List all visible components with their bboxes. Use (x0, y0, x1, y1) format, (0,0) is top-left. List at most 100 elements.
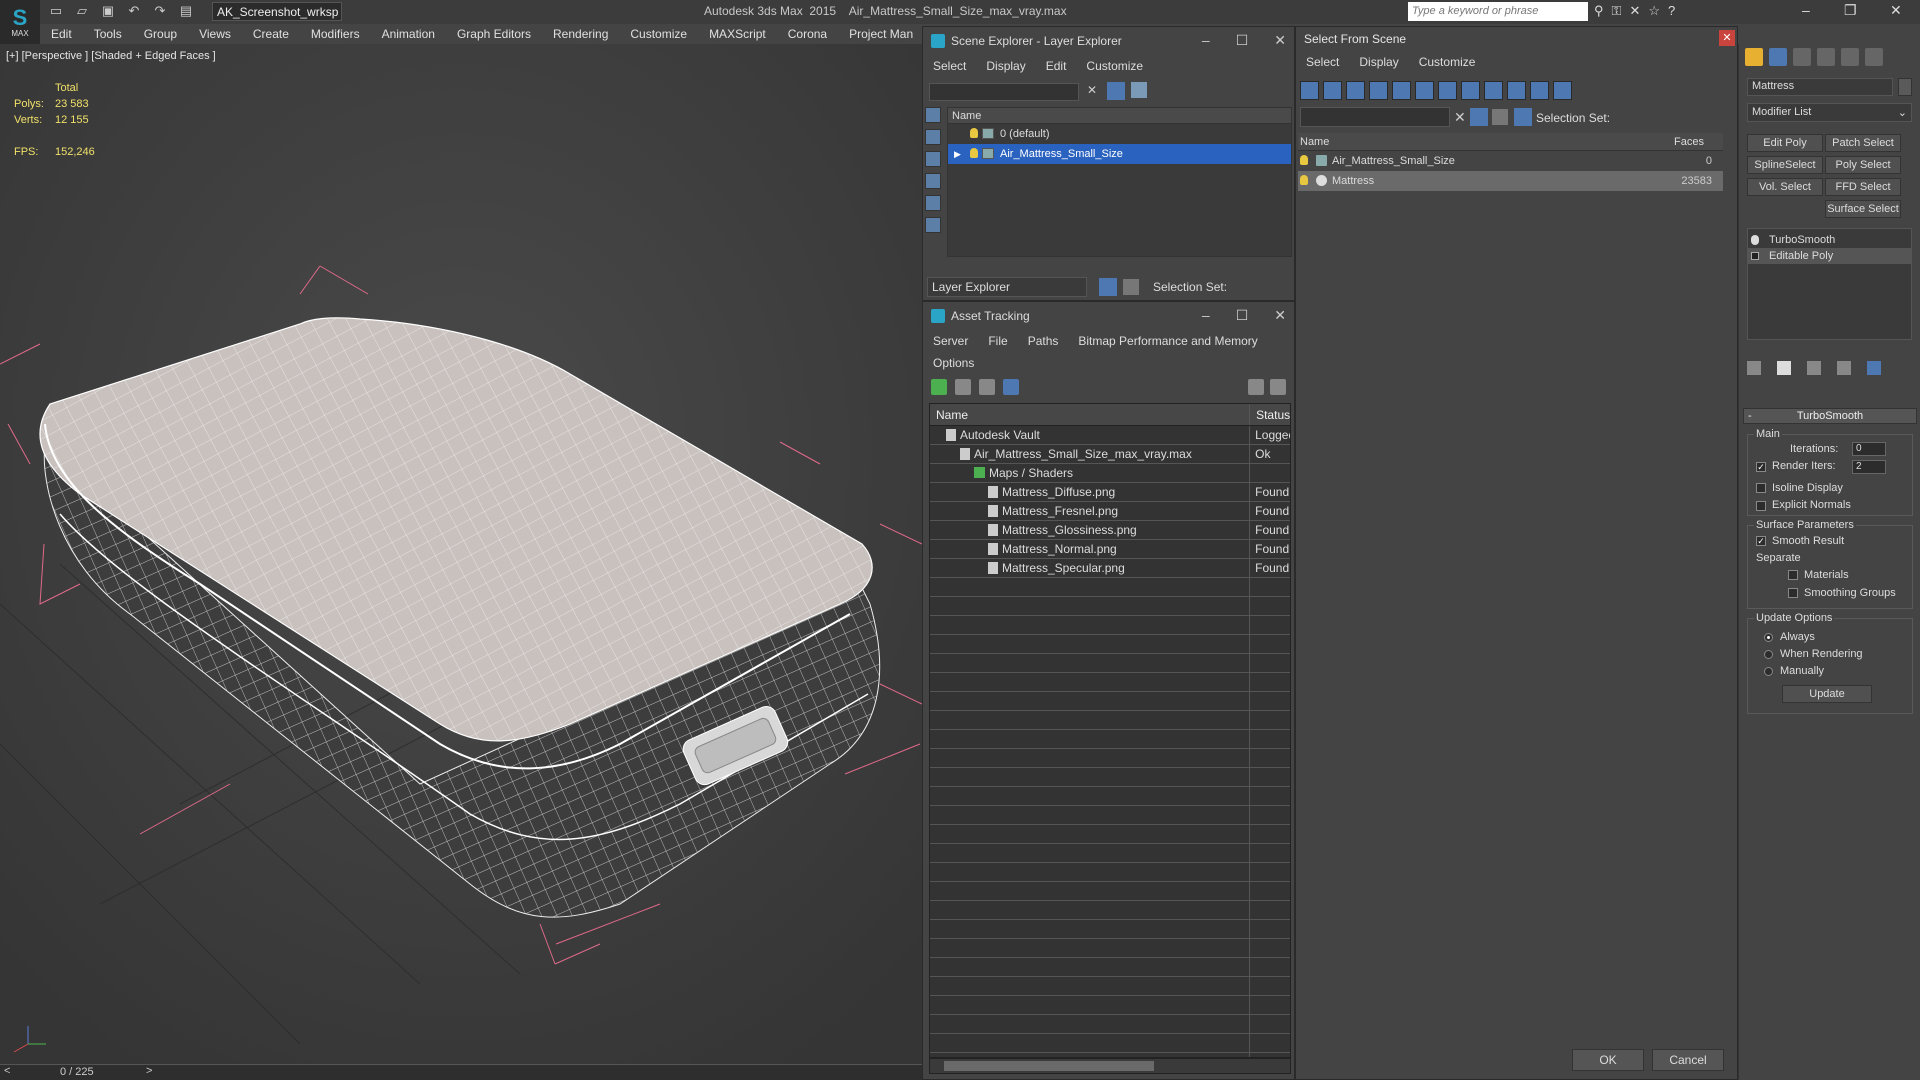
se-menu-edit[interactable]: Edit (1036, 59, 1077, 73)
modifier-list-dropdown[interactable]: Modifier List ⌄ (1747, 103, 1912, 122)
minimize-icon[interactable]: – (1802, 2, 1810, 18)
select-from-scene-titlebar[interactable]: Select From Scene ✕ (1296, 27, 1737, 51)
render-iters-spinner[interactable]: 2 (1852, 460, 1886, 474)
asset-row[interactable]: Autodesk Vault Logged (930, 426, 1290, 445)
create-tab-icon[interactable] (1745, 48, 1763, 66)
filter-icon[interactable] (1470, 108, 1488, 126)
asset-col-name[interactable]: Name (930, 404, 1251, 425)
se-menu-customize[interactable]: Customize (1076, 59, 1153, 73)
object-name-field[interactable]: Mattress (1747, 78, 1893, 96)
menu-tools[interactable]: Tools (83, 27, 133, 41)
select-from-scene-search-input[interactable] (1300, 107, 1450, 127)
star-icon[interactable]: ☆ (1648, 3, 1660, 19)
display-helpers-icon[interactable] (925, 195, 941, 211)
next-frame-icon[interactable]: > (146, 1065, 152, 1077)
lightbulb-icon[interactable] (1751, 235, 1759, 245)
lightbulb-icon[interactable] (1300, 155, 1308, 165)
layer-row-air-mattress[interactable]: ▶ Air_Mattress_Small_Size (948, 144, 1291, 164)
stack-item-editable-poly[interactable]: Editable Poly (1747, 248, 1912, 264)
redo-icon[interactable]: ↷ (152, 3, 168, 19)
close-icon[interactable]: ✕ (1274, 307, 1286, 324)
se-menu-display[interactable]: Display (976, 59, 1035, 73)
hidden-filter-icon[interactable] (1553, 81, 1572, 100)
close-icon[interactable]: ✕ (1274, 32, 1286, 49)
maximize-icon[interactable]: ☐ (1236, 32, 1249, 49)
menu-options[interactable]: Options (923, 356, 984, 370)
filter-icon[interactable] (1107, 82, 1125, 100)
xrefs-filter-icon[interactable] (1461, 81, 1480, 100)
geometry-filter-icon[interactable] (1300, 81, 1319, 100)
sfs-menu-display[interactable]: Display (1349, 55, 1408, 69)
smooth-result-checkbox[interactable]: ✓ (1756, 536, 1766, 546)
save-icon[interactable]: ▣ (100, 3, 116, 19)
menu-edit[interactable]: Edit (40, 27, 83, 41)
display-shapes-icon[interactable] (925, 129, 941, 145)
display-spacewarps-icon[interactable] (925, 217, 941, 233)
menu-create[interactable]: Create (242, 27, 300, 41)
restore-icon[interactable]: ❐ (1844, 2, 1857, 19)
asset-tracking-titlebar[interactable]: Asset Tracking – ☐ ✕ (923, 302, 1294, 330)
spacewarps-filter-icon[interactable] (1415, 81, 1434, 100)
remove-modifier-icon[interactable] (1837, 361, 1851, 375)
at-menu-paths[interactable]: Paths (1018, 334, 1069, 348)
layer-row-default[interactable]: 0 (default) (948, 124, 1291, 144)
asset-table-hscroll[interactable] (929, 1058, 1291, 1074)
make-unique-icon[interactable] (1807, 361, 1821, 375)
groups-filter-icon[interactable] (1438, 81, 1457, 100)
poly-select-button[interactable]: Poly Select (1825, 156, 1901, 174)
table-view-icon[interactable] (1003, 379, 1019, 395)
surface-select-button[interactable]: Surface Select (1825, 200, 1901, 218)
at-menu-bitmap-performance-and-memory[interactable]: Bitmap Performance and Memory (1068, 334, 1267, 348)
asset-row[interactable]: Mattress_Normal.png Found (930, 540, 1290, 559)
at-menu-server[interactable]: Server (923, 334, 978, 348)
key-icon[interactable]: ⚿ (1612, 3, 1622, 19)
asset-row[interactable]: Mattress_Glossiness.png Found (930, 521, 1290, 540)
close-icon[interactable]: ✕ (1719, 30, 1735, 46)
utilities-tab-icon[interactable] (1865, 48, 1883, 66)
layer-explorer-icon[interactable] (1099, 278, 1117, 296)
prev-frame-icon[interactable]: < (4, 1065, 10, 1077)
asset-row[interactable]: Mattress_Fresnel.png Found (930, 502, 1290, 521)
asset-row[interactable]: Mattress_Specular.png Found (930, 559, 1290, 578)
object-color-swatch[interactable] (1898, 78, 1912, 96)
lightbulb-icon[interactable] (1300, 175, 1308, 185)
at-menu-file[interactable]: File (978, 334, 1017, 348)
explorer-type-dropdown[interactable]: Layer Explorer (927, 277, 1087, 297)
shapes-filter-icon[interactable] (1323, 81, 1342, 100)
iterations-spinner[interactable]: 0 (1852, 442, 1886, 456)
configure-sets-icon[interactable] (1867, 361, 1881, 375)
update-button[interactable]: Update (1782, 685, 1872, 703)
scroll-thumb[interactable] (944, 1061, 1154, 1071)
menu-customize[interactable]: Customize (619, 27, 698, 41)
object-row[interactable]: Mattress 23583 (1298, 171, 1723, 191)
menu-maxscript[interactable]: MAXScript (698, 27, 777, 41)
materials-checkbox[interactable] (1788, 570, 1798, 580)
open-file-icon[interactable]: ▱ (74, 3, 90, 19)
manually-radio[interactable] (1764, 667, 1773, 676)
hierarchy-icon[interactable] (1514, 108, 1532, 126)
pin-stack-icon[interactable] (1747, 361, 1761, 375)
ok-button[interactable]: OK (1572, 1049, 1644, 1071)
hierarchy-tab-icon[interactable] (1793, 48, 1811, 66)
layer-tree-name-header[interactable]: Name (948, 108, 1291, 124)
refresh-icon[interactable] (931, 379, 947, 395)
asset-row[interactable]: Air_Mattress_Small_Size_max_vray.max Ok (930, 445, 1290, 464)
time-slider[interactable]: < 0 / 225 > (0, 1064, 922, 1080)
perspective-viewport[interactable]: [+] [Perspective ] [Shaded + Edged Faces… (0, 44, 922, 1064)
expand-arrow-icon[interactable]: ▶ (954, 144, 961, 164)
lights-filter-icon[interactable] (1346, 81, 1365, 100)
undo-icon[interactable]: ↶ (126, 3, 142, 19)
col-name-header[interactable]: Name (1298, 133, 1672, 150)
display-cameras-icon[interactable] (925, 173, 941, 189)
tree-view-icon[interactable] (979, 379, 995, 395)
asset-col-status[interactable]: Status (1250, 404, 1290, 425)
menu-graph-editors[interactable]: Graph Editors (446, 27, 542, 41)
layers-icon[interactable] (1492, 109, 1508, 125)
menu-modifiers[interactable]: Modifiers (300, 27, 371, 41)
smoothing-groups-checkbox[interactable] (1788, 588, 1798, 598)
clear-search-icon[interactable]: ✕ (1454, 109, 1466, 126)
close-icon[interactable]: ✕ (1890, 2, 1902, 19)
helpers-filter-icon[interactable] (1392, 81, 1411, 100)
containers-filter-icon[interactable] (1507, 81, 1526, 100)
menu-animation[interactable]: Animation (371, 27, 446, 41)
